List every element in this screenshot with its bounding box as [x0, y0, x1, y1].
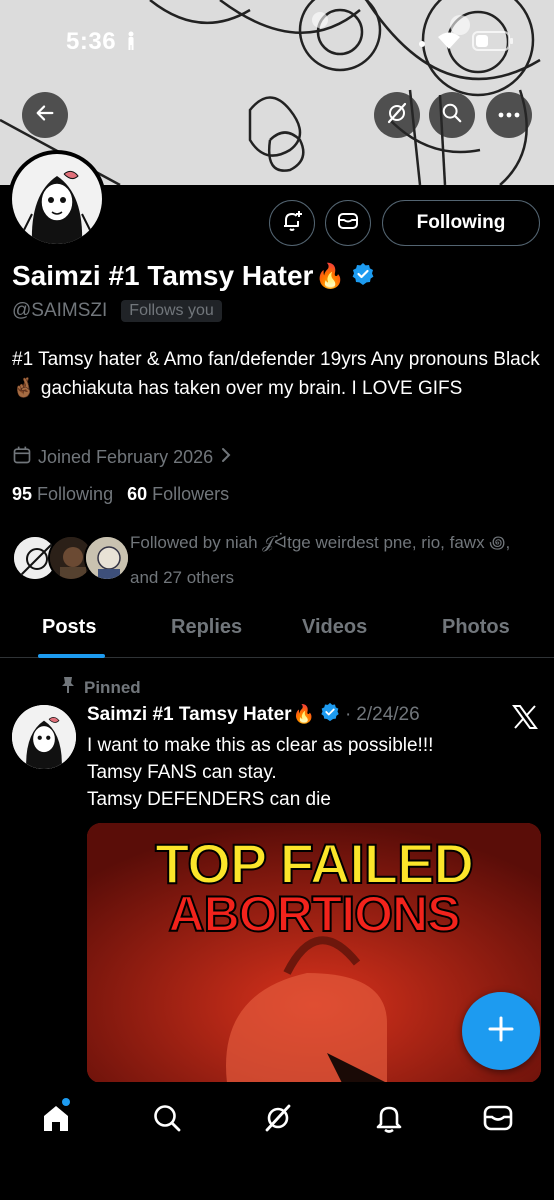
explore-icon [152, 1103, 182, 1138]
profile-avatar[interactable] [8, 150, 106, 248]
profile-name-row: Saimzi #1 Tamsy Hater 🔥 [12, 260, 375, 292]
following-label: Following [37, 484, 114, 504]
joined-date[interactable]: Joined February 2026 [12, 445, 233, 470]
nav-messages[interactable] [478, 1100, 518, 1140]
following-count: 95 [12, 484, 33, 504]
pinned-text: Pinned [84, 677, 141, 697]
profile-tabs: Posts Replies Videos Photos [0, 604, 554, 658]
followers-count: 60 [127, 484, 148, 504]
post-fire-emoji: 🔥 [292, 704, 315, 724]
bottom-nav [0, 1082, 554, 1200]
handle-row: @SAIMSZI Follows you [12, 300, 222, 322]
signal-icon [418, 35, 426, 53]
chevron-right-icon [219, 447, 233, 468]
followers-count-link[interactable]: 60 Followers [127, 484, 229, 505]
back-button[interactable] [22, 92, 68, 138]
person-status-icon [125, 31, 137, 56]
verified-badge-icon[interactable] [351, 262, 375, 291]
tab-replies[interactable]: Replies [171, 616, 242, 639]
following-count-link[interactable]: 95 Following [12, 484, 113, 505]
tab-photos[interactable]: Photos [442, 616, 510, 639]
followed-by-avatars [12, 535, 132, 581]
display-name: Saimzi #1 Tamsy Hater [12, 260, 314, 291]
wifi-icon [436, 31, 462, 56]
pin-icon [60, 676, 76, 699]
calendar-icon [12, 445, 32, 470]
grok-icon [385, 101, 409, 130]
post-separator: · [344, 703, 352, 725]
status-bar: 5:36 [0, 0, 554, 80]
home-notification-dot [62, 1098, 70, 1106]
media-title-line2: ABORTIONS [168, 885, 462, 943]
battery-icon [472, 30, 514, 57]
tab-videos[interactable]: Videos [302, 616, 367, 639]
x-logo-icon [512, 705, 538, 734]
post-text: I want to make this as clear as possible… [87, 735, 434, 810]
nav-home[interactable] [36, 1098, 76, 1140]
nav-notifications[interactable] [369, 1100, 409, 1140]
notify-button[interactable] [269, 200, 315, 246]
active-tab-indicator [38, 654, 105, 658]
nav-grok[interactable] [258, 1100, 298, 1140]
follower-avatar [84, 535, 130, 581]
grok-nav-icon [262, 1102, 294, 1139]
notifications-icon [374, 1102, 404, 1139]
compose-button[interactable] [462, 992, 540, 1070]
grok-button[interactable] [374, 92, 420, 138]
follow-counts: 95 Following 60 Followers [12, 484, 229, 505]
avatar-image [12, 154, 102, 244]
follows-you-badge: Follows you [121, 300, 222, 322]
post-author-avatar[interactable] [12, 705, 76, 769]
message-icon [336, 209, 360, 238]
post-header: Saimzi #1 Tamsy Hater 🔥 · 2/24/26 [87, 702, 420, 727]
back-arrow-icon [34, 102, 56, 129]
post-author-name[interactable]: Saimzi #1 Tamsy Hater [87, 704, 292, 726]
tab-posts[interactable]: Posts [42, 616, 96, 639]
notification-bell-plus-icon [280, 209, 304, 238]
profile-bio: #1 Tamsy hater & Amo fan/defender 19yrs … [12, 349, 540, 399]
status-time: 5:36 [66, 28, 117, 55]
verified-badge-icon[interactable] [320, 702, 340, 727]
messages-icon [482, 1103, 514, 1138]
message-button[interactable] [325, 200, 371, 246]
nav-explore[interactable] [147, 1100, 187, 1140]
home-icon [40, 1103, 72, 1138]
search-button[interactable] [429, 92, 475, 138]
fire-emoji: 🔥 [315, 262, 346, 290]
plus-icon [487, 1015, 515, 1048]
more-button[interactable] [486, 92, 532, 138]
followed-by-row[interactable]: Followed by niah 𝒥ᐛtge weirdest pne, rio… [12, 525, 542, 595]
search-icon [441, 102, 463, 129]
post-date[interactable]: 2/24/26 [356, 704, 419, 726]
followed-by-text: Followed by niah 𝒥ᐛtge weirdest pne, rio… [130, 533, 511, 587]
following-button[interactable]: Following [382, 200, 540, 246]
joined-text: Joined February 2026 [38, 447, 214, 467]
profile-handle: @SAIMSZI [12, 300, 108, 321]
more-icon [498, 106, 520, 124]
followers-label: Followers [152, 484, 230, 504]
pinned-label-row: Pinned [60, 676, 141, 699]
